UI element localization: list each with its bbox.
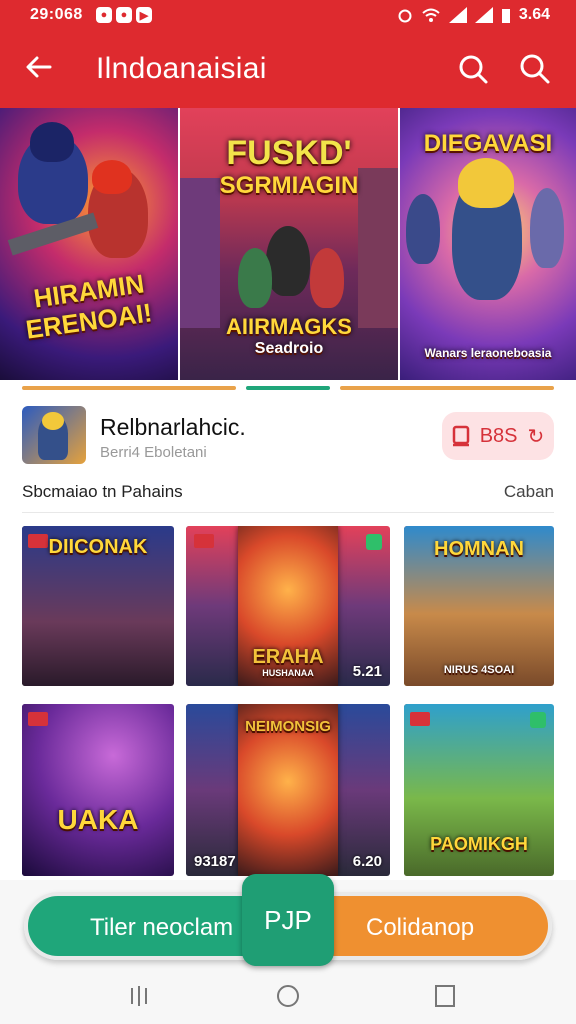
game-subtitle: NIRUS 4SOAI [443, 664, 515, 676]
game-tile[interactable]: UAKA [22, 704, 174, 876]
left-action-label: Tiler neoclam [90, 914, 234, 941]
section-title: Sbcmaiao tn Pahains [22, 482, 183, 501]
featured-thumbnail [22, 406, 86, 464]
app-bar: Ilndoanaisiai [0, 32, 576, 108]
battery-icon [501, 9, 510, 23]
featured-subtitle: Berri4 Eboletani [100, 444, 207, 461]
banner-caption: Wanars leraoneboasia [424, 346, 552, 360]
game-tile[interactable]: PAOMIKGH [404, 704, 554, 876]
section-header: Sbcmaiao tn Pahains Caban [0, 476, 576, 512]
game-title: ERAHA [252, 646, 324, 668]
status-bar: 29:068 ● ● ▶ 3.64 [0, 0, 576, 32]
center-action-label: PJP [264, 904, 312, 935]
system-nav-bar [0, 968, 576, 1024]
back-icon[interactable] [430, 982, 460, 1010]
game-tile[interactable]: ERAHA HUSHANAA 5.21 [186, 526, 390, 686]
banner-card[interactable]: HIRAMIN ERENOAI! [0, 108, 178, 380]
game-tile[interactable]: DIICONAK [22, 526, 174, 686]
divider [22, 512, 554, 513]
game-tile[interactable]: NEIMONSIG 93187 6.20 [186, 704, 390, 876]
featured-name: Relbnarlahcic. [100, 414, 246, 440]
device-icon [452, 425, 469, 447]
game-rating: 93187 [194, 853, 236, 870]
status-time: 29:068 [30, 6, 83, 23]
game-title: DIICONAK [48, 536, 148, 558]
banner-caption: AIIRMAGKS [226, 314, 352, 339]
game-badge [366, 534, 382, 550]
banner-card[interactable]: FUSKD' SGRMIAGIN AIIRMAGKS Seadroio [180, 108, 398, 380]
carousel-indicator[interactable] [22, 386, 236, 390]
center-action-button[interactable]: PJP [242, 874, 334, 966]
signal-icon [448, 7, 467, 23]
featured-item[interactable]: Relbnarlahcic. Berri4 Eboletani B8S ↻ [0, 396, 576, 476]
banner-caption: DIEGAVASI [423, 130, 553, 157]
featured-action-button[interactable]: B8S ↻ [442, 412, 554, 460]
section-see-all-link[interactable]: Caban [504, 482, 554, 502]
game-tag [194, 534, 214, 548]
alarm-icon [398, 9, 412, 23]
game-title: PAOMIKGH [430, 834, 528, 854]
page-title: Ilndoanaisiai [96, 52, 267, 85]
search-icon[interactable] [456, 52, 490, 86]
banner-carousel[interactable]: HIRAMIN ERENOAI! FUSKD' SGRMIAGIN AIIRMA… [0, 108, 576, 380]
search-icon[interactable] [518, 52, 552, 86]
back-arrow-icon[interactable] [22, 50, 56, 84]
game-title: NEIMONSIG [245, 718, 331, 735]
refresh-icon: ↻ [527, 425, 545, 448]
banner-caption: FUSKD' [226, 134, 352, 172]
game-tag [28, 712, 48, 726]
right-action-label: Colidanop [366, 914, 475, 941]
game-subtitle: HUSHANAA [262, 668, 314, 678]
game-title: UAKA [57, 804, 139, 835]
carousel-indicator-active[interactable] [246, 386, 330, 390]
game-rating: 6.20 [352, 853, 382, 870]
signal-icon [474, 7, 493, 23]
notification-icon: ● [116, 7, 132, 23]
banner-card[interactable]: DIEGAVASI Wanars leraoneboasia [400, 108, 576, 380]
banner-caption: Seadroio [254, 340, 324, 357]
wifi-icon [422, 8, 440, 22]
carousel-indicator[interactable] [340, 386, 554, 390]
home-icon[interactable] [273, 982, 303, 1010]
notification-icon: ● [96, 7, 112, 23]
banner-caption: SGRMIAGIN [219, 172, 359, 199]
game-badge [530, 712, 546, 728]
game-tag [410, 712, 430, 726]
recents-icon[interactable] [124, 982, 154, 1010]
game-rating: 5.21 [352, 663, 382, 680]
youtube-icon: ▶ [136, 7, 152, 23]
game-title: HOMNAN [434, 538, 524, 560]
featured-button-label: B8S [479, 424, 518, 447]
game-tile[interactable]: HOMNAN NIRUS 4SOAI [404, 526, 554, 686]
status-right-text: 3.64 [518, 6, 550, 23]
